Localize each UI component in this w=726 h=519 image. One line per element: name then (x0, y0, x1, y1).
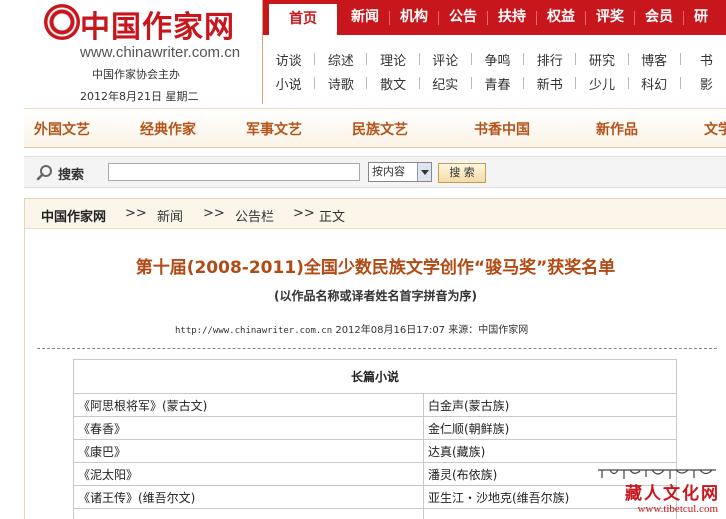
top-navigation: 首页 新闻 机构 公告 扶持 权益 评奖 会员 研 访谈 综述 理论 评论 争鸣… (262, 0, 726, 104)
sub-nav-interviews[interactable]: 访谈 (263, 50, 314, 69)
author-name: 达真(藏族) (423, 439, 677, 463)
sub-nav-rankings[interactable]: 排行 (524, 50, 575, 69)
nav-rights[interactable]: 权益 (537, 0, 585, 35)
category-classic-writers[interactable]: 经典作家 (140, 119, 196, 139)
site-url: www.chinawriter.com.cn (80, 44, 241, 61)
article-meta: http://www.chinawriter.com.cn 2012年08月16… (175, 321, 528, 336)
award-table: 长篇小说 《阿思根将军》(蒙古文) 白金声(蒙古族) 《春香》 金仁顺(朝鲜族)… (73, 359, 677, 519)
work-title: 《康巴》 (73, 439, 424, 463)
sub-nav-scifi[interactable]: 科幻 (629, 74, 680, 93)
category-literature[interactable]: 文学 (704, 119, 726, 139)
search-input[interactable] (108, 163, 360, 181)
nav-members[interactable]: 会员 (635, 0, 683, 35)
logo-emblem-icon (44, 4, 80, 40)
nav-support[interactable]: 扶持 (488, 0, 536, 35)
breadcrumb-news[interactable]: 新闻 (157, 206, 183, 225)
sub-nav-debate[interactable]: 争鸣 (472, 50, 523, 69)
category-ethnic-literature[interactable]: 民族文艺 (352, 119, 408, 139)
nav-organization[interactable]: 机构 (390, 0, 438, 35)
author-name: 金仁顺(朝鲜族) (423, 416, 677, 440)
sub-nav-row-2: 小说 诗歌 散文 纪实 青春 新书 少儿 科幻 影 (263, 74, 726, 93)
sub-nav-nonfiction[interactable]: 纪实 (420, 74, 471, 93)
author-name: 白金声(蒙古族) (423, 393, 677, 417)
sub-nav-criticism[interactable]: 评论 (420, 50, 471, 69)
table-row: 《泥太阳》 潘灵(布依族) (73, 462, 677, 486)
award-category-heading: 长篇小说 (73, 359, 677, 394)
sub-nav-research[interactable]: 研究 (576, 50, 627, 69)
article-source: 来源：中国作家网 (448, 325, 529, 336)
sub-nav-blog[interactable]: 博客 (629, 50, 680, 69)
category-military-literature[interactable]: 军事文艺 (246, 119, 302, 139)
article-title: 第十届(2008-2011)全国少数民族文学创作“骏马奖”获奖名单 (135, 258, 616, 278)
work-title: 《泥太阳》 (73, 462, 424, 486)
table-row: 《诸王传》(维吾尔文) 亚生江・沙地克(维吾尔族) (73, 485, 677, 509)
article-publish-time: 2012年08月16日17:07 (335, 325, 446, 336)
category-reading-china[interactable]: 书香中国 (474, 119, 530, 139)
category-new-works[interactable]: 新作品 (596, 119, 638, 139)
current-date: 2012年8月21日 星期二 (80, 90, 199, 103)
category-bar: 外国文艺 经典作家 军事文艺 民族文艺 书香中国 新作品 文学 (24, 108, 726, 148)
sub-nav-reviews[interactable]: 综述 (315, 50, 366, 69)
nav-announcement[interactable]: 公告 (439, 0, 487, 35)
breadcrumb-home[interactable]: 中国作家网 (41, 206, 106, 225)
sub-nav-prose[interactable]: 散文 (367, 74, 418, 93)
breadcrumb-current: 正文 (319, 210, 346, 225)
breadcrumb-announcements[interactable]: 公告栏 (235, 206, 274, 225)
site-logo-area[interactable]: 中国作家网 www.chinawriter.com.cn 中国作家协会主办 20… (0, 0, 262, 104)
sub-nav-youth[interactable]: 青春 (472, 74, 523, 93)
chevron-down-icon[interactable] (417, 163, 431, 181)
work-title: 《阿思根将军》(蒙古文) (73, 393, 424, 417)
work-title: 《春香》 (73, 416, 424, 440)
divider (37, 348, 717, 349)
table-row: 《春香》 金仁顺(朝鲜族) (73, 416, 677, 440)
search-icon (36, 165, 52, 181)
logo-text: 中国作家网 (80, 10, 235, 45)
article-source-url[interactable]: http://www.chinawriter.com.cn (175, 326, 332, 336)
watermark: 藏人文化网 www.tibetcul.com (590, 463, 724, 519)
breadcrumb: 中国作家网 >> 新闻 >> 公告栏 >> 正文 (25, 199, 726, 229)
article-subtitle: (以作品名称或译者姓名首字拼音为序) (274, 289, 477, 303)
nav-home[interactable]: 首页 (269, 4, 337, 35)
sub-nav-children[interactable]: 少儿 (576, 74, 627, 93)
sub-nav-film[interactable]: 影 (681, 74, 726, 93)
site-host: 中国作家协会主办 (92, 68, 180, 81)
nav-research[interactable]: 研 (684, 0, 718, 35)
search-button[interactable]: 搜 索 (438, 163, 486, 183)
sub-nav-theory[interactable]: 理论 (367, 50, 418, 69)
sub-nav-books[interactable]: 书 (681, 50, 726, 69)
breadcrumb-separator: >> (125, 206, 147, 221)
sub-nav-row-1: 访谈 综述 理论 评论 争鸣 排行 研究 博客 书 (263, 50, 726, 69)
watermark-site-name: 藏人文化网 (625, 484, 720, 504)
work-title: 《诸王传》(维吾尔文) (73, 485, 424, 509)
search-label: 搜索 (58, 168, 85, 183)
table-row (73, 508, 677, 519)
search-type-value: 按内容 (372, 165, 405, 178)
table-row: 长篇小说 (73, 359, 677, 394)
nav-awards[interactable]: 评奖 (586, 0, 634, 35)
nav-news[interactable]: 新闻 (341, 0, 389, 35)
sub-nav-poetry[interactable]: 诗歌 (315, 74, 366, 93)
breadcrumb-separator: >> (293, 206, 315, 221)
table-row: 《阿思根将军》(蒙古文) 白金声(蒙古族) (73, 393, 677, 417)
watermark-url: www.tibetcul.com (637, 503, 718, 515)
search-bar: 搜索 按内容 搜 索 (24, 156, 726, 188)
main-nav: 首页 新闻 机构 公告 扶持 权益 评奖 会员 研 (263, 0, 726, 35)
sub-nav-fiction[interactable]: 小说 (263, 74, 314, 93)
breadcrumb-separator: >> (203, 206, 225, 221)
category-foreign-literature[interactable]: 外国文艺 (34, 119, 90, 139)
table-row: 《康巴》 达真(藏族) (73, 439, 677, 463)
table-cell-empty (73, 508, 424, 519)
search-type-select[interactable]: 按内容 (368, 162, 432, 182)
sub-nav-new-books[interactable]: 新书 (524, 74, 575, 93)
